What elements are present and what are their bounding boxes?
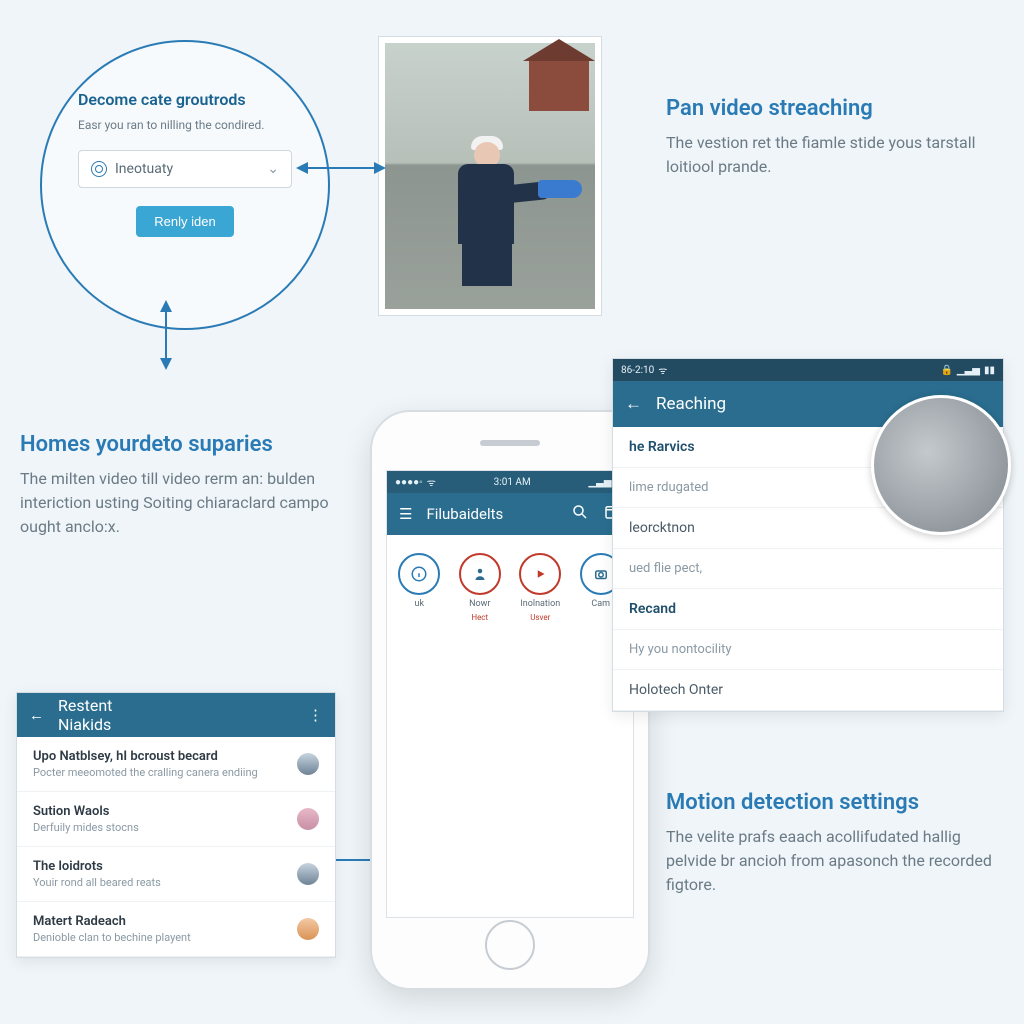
circle-title: Decome cate groutrods [78,90,292,109]
battery-icon: ▮▮ [984,365,995,376]
feature-title: Motion detection settings [666,790,1006,815]
more-vert-icon[interactable]: ⋮ [308,706,323,724]
lock-icon: 🔒 [940,365,952,376]
action-label: Cam [591,599,610,609]
intro-circle-card: Decome cate groutrods Easr you ran to ni… [40,40,330,330]
feature-body: The velite prafs eaach acollifudated hal… [666,825,1006,897]
wifi-icon: ᯤ [427,475,436,489]
connector-arrow [296,158,386,178]
avatar [297,808,319,830]
wifi-icon: ᯤ [658,363,667,377]
recent-list-card: ← Restent Niakids ⋮ Upo Natblsey, hI bcr… [16,692,336,958]
feature-title: Homes yourdeto suparies [20,432,350,457]
target-icon [91,161,107,177]
select-ineotuaty[interactable]: Ineotuaty ⌄ [78,150,292,188]
action-sub: Hect [471,613,488,622]
app-bar: ☰ Filubaidelts [387,493,633,535]
connector-arrow [156,300,176,370]
list-row[interactable]: Hy you nontocility [613,630,1003,670]
item-sub: Denioble clan to bechine playent [33,931,287,944]
item-title: Sution Waols [33,804,287,819]
status-bar: ●●●●◦ ᯤ 3:01 AM ▁▃▅ ▭ [387,471,633,493]
feature-motion-detection: Motion detection settings The velite pra… [666,790,1006,897]
feature-pan-video: Pan video streaching The vestion ret the… [666,96,996,179]
play-icon [519,553,561,595]
quick-action[interactable]: uk [398,553,440,622]
circle-subtitle: Easr you ran to nilling the condired. [78,117,292,134]
quick-action[interactable]: Inolnation Usver [519,553,561,622]
action-label: Nowr [469,599,490,609]
phone-screen: ●●●●◦ ᯤ 3:01 AM ▁▃▅ ▭ ☰ Filubaidelts uk [386,470,634,918]
search-icon[interactable] [571,503,589,525]
info-icon [398,553,440,595]
inset-photo [871,395,1011,535]
app-bar: ← Restent Niakids ⋮ [17,693,335,737]
back-arrow-icon[interactable]: ← [29,706,44,724]
item-title: Matert Radeach [33,914,287,929]
quick-action[interactable]: Nowr Hect [459,553,501,622]
feature-title: Pan video streaching [666,96,996,121]
item-sub: Derfuily mides stocns [33,821,287,834]
signal-dots-icon: ●●●●◦ [395,477,423,488]
chevron-down-icon: ⌄ [267,161,279,177]
list-item[interactable]: Upo Natblsey, hI bcroust becard Pocter m… [17,737,335,792]
quick-action-row: uk Nowr Hect Inolnation Usver [387,535,633,632]
list-row[interactable]: Holotech Onter [613,670,1003,711]
signal-icon: ▁▃▅ [588,477,611,488]
item-title: The loidrots [33,859,287,874]
action-label: uk [414,599,424,609]
back-arrow-icon[interactable]: ← [625,394,642,414]
person-icon [459,553,501,595]
signal-icon: ▁▃▅ [957,365,980,376]
hero-photo [378,36,602,316]
phone-mockup: ●●●●◦ ᯤ 3:01 AM ▁▃▅ ▭ ☰ Filubaidelts uk [370,410,650,990]
avatar [297,753,319,775]
list-item[interactable]: Matert Radeach Denioble clan to bechine … [17,902,335,957]
list-row[interactable]: Recand [613,589,1003,630]
status-time: 86-2:10 [621,365,654,376]
list-row[interactable]: ued flie pect, [613,549,1003,589]
item-sub: Youir rond all beared reats [33,876,287,889]
app-title: Restent Niakids [58,696,169,734]
avatar [297,918,319,940]
worker-photo-placeholder [385,43,595,309]
hamburger-icon[interactable]: ☰ [399,505,412,523]
action-label: Inolnation [520,599,560,609]
list-item[interactable]: The loidrots Youir rond all beared reats [17,847,335,902]
item-title: Upo Natblsey, hI bcroust becard [33,749,287,764]
app-title: Filubaidelts [426,505,557,523]
feature-body: The vestion ret the fiamle stide yous ta… [666,131,996,179]
status-time: 3:01 AM [494,477,531,488]
reaching-screen-card: 86-2:10 ᯤ 🔒 ▁▃▅ ▮▮ ← Reaching he Rarvics… [612,358,1004,712]
avatar [297,863,319,885]
feature-body: The milten video till video rerm an: bul… [20,467,350,539]
feature-homes: Homes yourdeto suparies The milten video… [20,432,350,539]
primary-button[interactable]: Renly iden [136,206,233,237]
item-sub: Pocter meeomoted the cralling canera end… [33,766,287,779]
list-item[interactable]: Sution Waols Derfuily mides stocns [17,792,335,847]
action-sub: Usver [530,613,550,622]
select-label: Ineotuaty [115,161,173,177]
status-bar: 86-2:10 ᯤ 🔒 ▁▃▅ ▮▮ [613,359,1003,381]
